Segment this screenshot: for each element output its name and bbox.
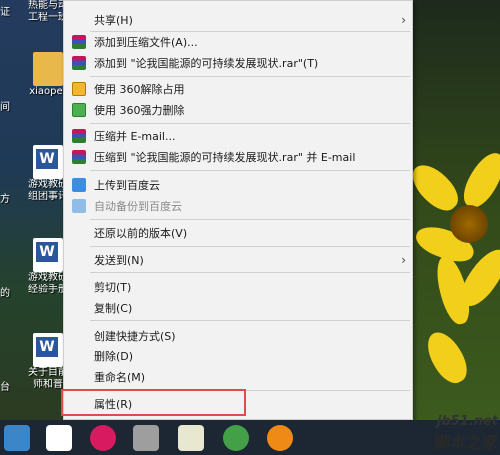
paint-icon[interactable] bbox=[133, 425, 159, 451]
blank-icon bbox=[72, 349, 86, 363]
share-icon bbox=[72, 13, 86, 27]
desktop-edge-label: 间 bbox=[0, 102, 10, 113]
menu-item-label: 上传到百度云 bbox=[94, 179, 160, 192]
menu-item-label: 自动备份到百度云 bbox=[94, 200, 182, 213]
menu-item-upload-baidu[interactable]: 上传到百度云 bbox=[64, 175, 412, 195]
winrar-icon bbox=[72, 129, 86, 143]
properties-highlight-box bbox=[61, 389, 246, 416]
desktop-edge-label: 证 bbox=[0, 7, 10, 18]
menu-item-label: 创建快捷方式(S) bbox=[94, 330, 176, 343]
watermark: jb51.net 脚本之家 bbox=[434, 414, 498, 453]
menu-item-label: 压缩并 E-mail... bbox=[94, 130, 176, 143]
winrar-icon bbox=[72, 35, 86, 49]
file-explorer-icon[interactable] bbox=[4, 425, 30, 451]
360-delete-icon bbox=[72, 103, 86, 117]
taskbar bbox=[0, 420, 500, 455]
refresh-app-icon[interactable] bbox=[223, 425, 249, 451]
word-document-icon bbox=[33, 333, 63, 367]
store-icon[interactable] bbox=[46, 425, 72, 451]
menu-item-rename[interactable]: 重命名(M) bbox=[64, 367, 412, 387]
watermark-brand: 脚本之家 bbox=[433, 433, 498, 452]
menu-separator bbox=[90, 219, 410, 220]
menu-item-label: 复制(C) bbox=[94, 302, 133, 315]
menu-item-label: 还原以前的版本(V) bbox=[94, 227, 188, 240]
menu-item-label: 共享(H) bbox=[94, 14, 133, 27]
menu-item-compress-email[interactable]: 压缩并 E-mail... bbox=[64, 126, 412, 146]
menu-item-delete[interactable]: 删除(D) bbox=[64, 346, 412, 366]
notepad-icon[interactable] bbox=[178, 425, 204, 451]
360-unlock-icon bbox=[72, 82, 86, 96]
desktop-edge-label: 的 bbox=[0, 288, 10, 299]
menu-separator bbox=[90, 320, 410, 321]
folder-icon bbox=[33, 52, 63, 86]
chevron-right-icon: › bbox=[401, 13, 406, 27]
menu-item-label: 剪切(T) bbox=[94, 281, 132, 294]
menu-item-restore-previous[interactable]: 还原以前的版本(V) bbox=[64, 223, 412, 243]
baidu-cloud-icon bbox=[72, 178, 86, 192]
blank-icon bbox=[72, 370, 86, 384]
menu-item-360-delete[interactable]: 使用 360强力删除 bbox=[64, 100, 412, 120]
menu-item-auto-backup-baidu: 自动备份到百度云 bbox=[64, 196, 412, 216]
desktop-edge-label: 方 bbox=[0, 194, 10, 205]
menu-item-label: 使用 360强力删除 bbox=[94, 104, 185, 117]
menu-item-label: 添加到压缩文件(A)... bbox=[94, 36, 198, 49]
menu-item-360-unlock[interactable]: 使用 360解除占用 bbox=[64, 79, 412, 99]
desktop-edge-label: 台 bbox=[0, 382, 10, 393]
menu-item-copy[interactable]: 复制(C) bbox=[64, 298, 412, 318]
menu-item-label: 使用 360解除占用 bbox=[94, 83, 185, 96]
menu-separator bbox=[90, 170, 410, 171]
blank-icon bbox=[72, 329, 86, 343]
blank-icon bbox=[72, 280, 86, 294]
menu-separator bbox=[90, 76, 410, 77]
media-player-icon[interactable] bbox=[90, 425, 116, 451]
menu-item-create-shortcut[interactable]: 创建快捷方式(S) bbox=[64, 326, 412, 346]
context-menu: 共享(H) › 添加到压缩文件(A)... 添加到 "论我国能源的可持续发展现状… bbox=[63, 0, 413, 420]
blank-icon bbox=[72, 226, 86, 240]
menu-item-add-to-archive[interactable]: 添加到压缩文件(A)... bbox=[64, 32, 412, 52]
menu-item-label: 压缩到 "论我国能源的可持续发展现状.rar" 并 E-mail bbox=[94, 151, 356, 164]
winrar-icon bbox=[72, 56, 86, 70]
word-document-icon bbox=[33, 145, 63, 179]
menu-item-label: 删除(D) bbox=[94, 350, 134, 363]
menu-item-compress-to-rar-email[interactable]: 压缩到 "论我国能源的可持续发展现状.rar" 并 E-mail bbox=[64, 147, 412, 167]
menu-item-cut[interactable]: 剪切(T) bbox=[64, 277, 412, 297]
blank-icon bbox=[72, 301, 86, 315]
blank-icon bbox=[72, 253, 86, 267]
menu-separator bbox=[90, 246, 410, 247]
winrar-icon bbox=[72, 150, 86, 164]
menu-item-label: 重命名(M) bbox=[94, 371, 146, 384]
flower-center bbox=[450, 205, 488, 243]
chevron-right-icon: › bbox=[401, 253, 406, 267]
wifi-app-icon[interactable] bbox=[267, 425, 293, 451]
menu-separator bbox=[90, 123, 410, 124]
menu-item-label: 添加到 "论我国能源的可持续发展现状.rar"(T) bbox=[94, 57, 319, 70]
menu-item-add-to-rar[interactable]: 添加到 "论我国能源的可持续发展现状.rar"(T) bbox=[64, 53, 412, 73]
word-document-icon bbox=[33, 238, 63, 272]
menu-item-send-to[interactable]: 发送到(N) › bbox=[64, 250, 412, 270]
menu-item-share[interactable]: 共享(H) › bbox=[64, 10, 412, 30]
baidu-cloud-icon bbox=[72, 199, 86, 213]
menu-item-label: 发送到(N) bbox=[94, 254, 144, 267]
menu-separator bbox=[90, 272, 410, 273]
watermark-site: jb51.net bbox=[436, 414, 498, 429]
